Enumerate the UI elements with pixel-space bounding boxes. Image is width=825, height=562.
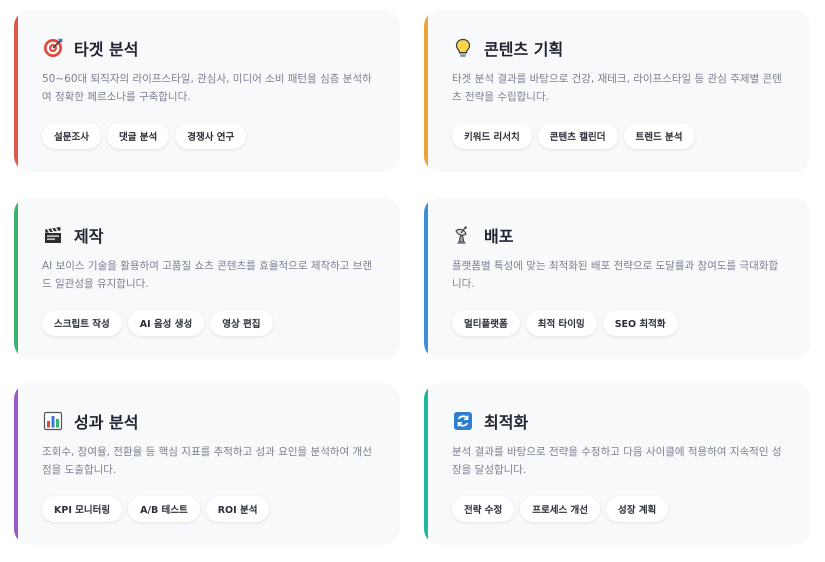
card-title: 최적화 — [484, 413, 529, 432]
card-description: 타겟 분석 결과를 바탕으로 건강, 재테크, 라이프스타일 등 관심 주제별 … — [452, 73, 782, 103]
card-description: 플랫폼별 특성에 맞는 최적화된 배포 전략으로 도달률과 참여도를 극대화합니… — [452, 260, 779, 290]
card-header: 콘텐츠 기획 — [452, 36, 563, 60]
card-accent-stripe — [424, 10, 428, 172]
card-tags: 전략 수정 프로세스 개선 성장 계획 — [452, 496, 669, 522]
card-tags: 설문조사 댓글 분석 경쟁사 연구 — [42, 123, 247, 149]
card-header: 타겟 분석 — [42, 36, 138, 60]
tag-chip[interactable]: 키워드 리서치 — [452, 123, 532, 149]
card-accent-stripe — [424, 197, 428, 359]
card-tags: KPI 모니터링 A/B 테스트 ROI 분석 — [42, 496, 270, 522]
card-content-planning: 콘텐츠 기획 타겟 분석 결과를 바탕으로 건강, 재테크, 라이프스타일 등 … — [424, 10, 810, 172]
card-title: 콘텐츠 기획 — [484, 40, 564, 59]
card-distribution: 배포 플랫폼별 특성에 맞는 최적화된 배포 전략으로 도달률과 참여도를 극대… — [424, 197, 810, 359]
card-description: 50~60대 퇴직자의 라이프스타일, 관심사, 미디어 소비 패턴을 심층 분… — [42, 73, 372, 103]
card-title: 타겟 분석 — [74, 40, 139, 59]
card-header: 최적화 — [452, 409, 528, 433]
satellite-dish-icon — [452, 224, 474, 246]
clapperboard-icon — [42, 224, 64, 246]
tag-chip[interactable]: SEO 최적화 — [602, 310, 678, 336]
card-header: 성과 분석 — [42, 409, 138, 433]
tag-chip[interactable]: 댓글 분석 — [106, 123, 170, 149]
card-target-analysis: 타겟 분석 50~60대 퇴직자의 라이프스타일, 관심사, 미디어 소비 패턴… — [14, 10, 400, 172]
card-title: 제작 — [74, 227, 104, 246]
process-grid: 타겟 분석 50~60대 퇴직자의 라이프스타일, 관심사, 미디어 소비 패턴… — [0, 0, 825, 562]
tag-chip[interactable]: 경쟁사 연구 — [175, 123, 247, 149]
tag-chip[interactable]: 트렌드 분석 — [623, 123, 695, 149]
card-accent-stripe — [14, 10, 18, 172]
card-description: AI 보이스 기술을 활용하여 고품질 쇼츠 콘텐츠를 효율적으로 제작하고 브… — [42, 260, 373, 290]
tag-chip[interactable]: 콘텐츠 캘린더 — [537, 123, 618, 149]
tag-chip[interactable]: 프로세스 개선 — [520, 496, 601, 522]
card-tags: 스크립트 작성 AI 음성 생성 영상 편집 — [42, 310, 273, 336]
tag-chip[interactable]: AI 음성 생성 — [127, 310, 205, 336]
card-production: 제작 AI 보이스 기술을 활용하여 고품질 쇼츠 콘텐츠를 효율적으로 제작하… — [14, 197, 400, 359]
bar-chart-icon — [42, 410, 64, 432]
tag-chip[interactable]: 멀티플랫폼 — [452, 310, 520, 336]
lightbulb-icon — [452, 37, 474, 59]
card-description: 조회수, 참여율, 전환율 등 핵심 지표를 추적하고 성과 요인을 분석하여 … — [42, 446, 372, 476]
tag-chip[interactable]: ROI 분석 — [205, 496, 270, 522]
card-accent-stripe — [14, 197, 18, 359]
tag-chip[interactable]: KPI 모니터링 — [42, 496, 123, 522]
card-accent-stripe — [424, 383, 428, 545]
target-icon — [42, 37, 64, 59]
card-description: 분석 결과를 바탕으로 전략을 수정하고 다음 사이클에 적용하여 지속적인 성… — [452, 446, 782, 476]
card-tags: 키워드 리서치 콘텐츠 캘린더 트렌드 분석 — [452, 123, 695, 149]
tag-chip[interactable]: A/B 테스트 — [128, 496, 200, 522]
tag-chip[interactable]: 전략 수정 — [452, 496, 515, 522]
tag-chip[interactable]: 최적 타이밍 — [525, 310, 597, 336]
card-accent-stripe — [14, 383, 18, 545]
card-title: 배포 — [484, 227, 514, 246]
card-title: 성과 분석 — [74, 413, 139, 432]
card-tags: 멀티플랫폼 최적 타이밍 SEO 최적화 — [452, 310, 678, 336]
tag-chip[interactable]: 영상 편집 — [210, 310, 273, 336]
refresh-icon — [452, 410, 474, 432]
card-header: 제작 — [42, 223, 103, 247]
card-optimization: 최적화 분석 결과를 바탕으로 전략을 수정하고 다음 사이클에 적용하여 지속… — [424, 383, 810, 545]
tag-chip[interactable]: 성장 계획 — [606, 496, 669, 522]
tag-chip[interactable]: 설문조사 — [42, 123, 101, 149]
tag-chip[interactable]: 스크립트 작성 — [42, 310, 122, 336]
card-header: 배포 — [452, 223, 513, 247]
card-performance-analysis: 성과 분석 조회수, 참여율, 전환율 등 핵심 지표를 추적하고 성과 요인을… — [14, 383, 400, 545]
